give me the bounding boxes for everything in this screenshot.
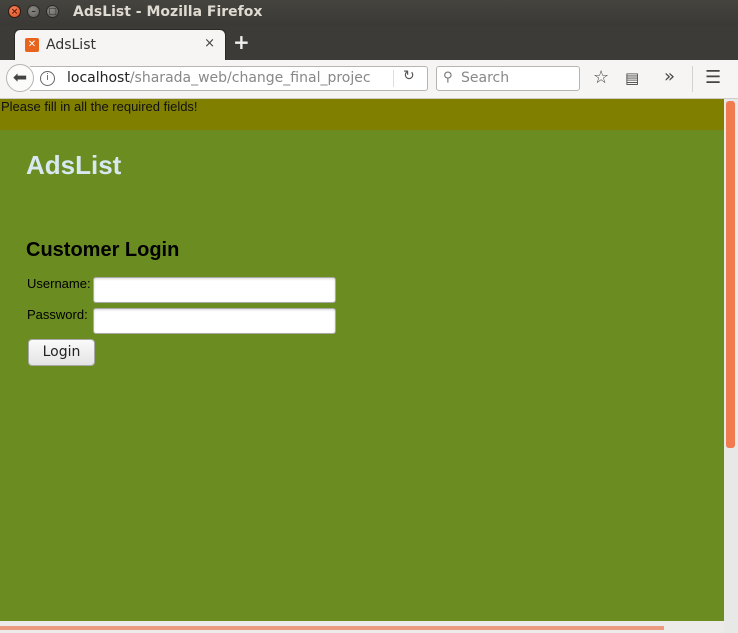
url-host: localhost <box>67 70 130 86</box>
url-divider <box>393 70 394 87</box>
window-minimize-button[interactable]: – <box>27 5 40 18</box>
scrollbar-thumb[interactable] <box>726 101 735 448</box>
url-text[interactable]: localhost/sharada_web/change_final_proje… <box>67 70 371 86</box>
search-box[interactable]: ⚲ Search <box>436 66 580 91</box>
page-content: Please fill in all the required fields! … <box>0 99 724 621</box>
tab-label: AdsList <box>46 37 96 53</box>
navigation-toolbar: i localhost/sharada_web/change_final_pro… <box>0 60 738 99</box>
password-label: Password: <box>27 307 88 322</box>
vertical-scrollbar[interactable] <box>724 99 738 633</box>
back-arrow-icon[interactable]: ⬅ <box>6 64 34 92</box>
username-input[interactable] <box>93 277 336 303</box>
info-icon[interactable]: i <box>40 71 55 86</box>
horizontal-scrollbar-thumb[interactable] <box>0 626 664 630</box>
tab-strip: ✕ AdsList × + <box>0 26 738 60</box>
window-titlebar: × – □ AdsList - Mozilla Firefox <box>0 0 738 26</box>
window-maximize-button[interactable]: □ <box>46 5 59 18</box>
search-icon: ⚲ <box>443 70 453 85</box>
bookmark-star-icon[interactable]: ☆ <box>593 67 609 88</box>
alert-banner: Please fill in all the required fields! <box>0 99 724 130</box>
search-placeholder: Search <box>461 70 510 86</box>
tab-adslist[interactable]: ✕ AdsList × <box>14 29 226 60</box>
alert-message: Please fill in all the required fields! <box>1 99 198 114</box>
new-tab-button[interactable]: + <box>233 32 250 52</box>
hamburger-menu-icon[interactable]: ☰ <box>705 67 721 88</box>
password-input[interactable] <box>93 308 336 334</box>
reload-icon[interactable]: ↻ <box>403 68 415 84</box>
tab-close-icon[interactable]: × <box>204 36 215 51</box>
horizontal-scrollbar[interactable] <box>0 621 724 633</box>
window-close-button[interactable]: × <box>8 5 21 18</box>
site-title: AdsList <box>26 150 122 180</box>
url-path: /sharada_web/change_final_projec <box>129 70 371 86</box>
url-bar[interactable]: i localhost/sharada_web/change_final_pro… <box>30 66 428 91</box>
window-title: AdsList - Mozilla Firefox <box>73 4 263 20</box>
reading-list-icon[interactable]: ▤ <box>625 69 639 87</box>
overflow-chevrons-icon[interactable]: » <box>664 66 675 87</box>
login-button[interactable]: Login <box>28 339 95 366</box>
username-label: Username: <box>27 276 91 291</box>
xampp-icon: ✕ <box>25 38 39 52</box>
login-heading: Customer Login <box>26 239 180 261</box>
toolbar-separator <box>692 66 693 92</box>
